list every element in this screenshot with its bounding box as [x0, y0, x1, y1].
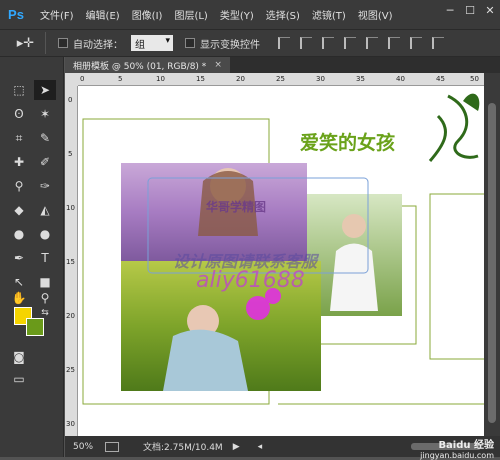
- ruler-h-label: 5: [118, 75, 123, 83]
- marquee-tool-icon[interactable]: ⬚: [8, 80, 30, 100]
- ruler-v-label: 20: [66, 312, 75, 320]
- blur-tool-icon[interactable]: ●: [8, 224, 30, 244]
- ruler-v-label: 30: [66, 420, 75, 428]
- move-tool-preset-icon[interactable]: ▸✛: [6, 32, 46, 54]
- brush-tool-icon[interactable]: ✐: [34, 152, 56, 172]
- auto-select-checkbox[interactable]: [58, 38, 68, 48]
- menu-filter[interactable]: 滤镜(T): [312, 7, 346, 22]
- align-hcenter-icon[interactable]: [366, 37, 378, 49]
- align-bottom-icon[interactable]: [322, 37, 334, 49]
- vertical-scroll-thumb[interactable]: [488, 103, 496, 423]
- pen-tool-icon[interactable]: ✒: [8, 248, 30, 268]
- menu-layer[interactable]: 图层(L): [174, 7, 207, 22]
- ruler-v-label: 10: [66, 204, 75, 212]
- magic-wand-tool-icon[interactable]: ✶: [34, 104, 56, 124]
- menu-view[interactable]: 视图(V): [358, 7, 393, 22]
- status-info-icon[interactable]: [105, 441, 120, 452]
- quick-mask-icon[interactable]: ◙: [8, 347, 30, 367]
- document-canvas[interactable]: 爱笑的女孩 华哥学精图 设计原图请联系客服 aliy61688: [78, 86, 484, 436]
- tools-panel: ⬚ ➤ ʘ ✶ ⌗ ✎ ✚ ✐ ⚲ ✑ ◆ ◭ ● ● ✒ T ↖ ■ ✋ ⚲ …: [0, 57, 64, 457]
- photoshop-logo: Ps: [8, 7, 24, 22]
- menu-file[interactable]: 文件(F): [40, 7, 74, 22]
- show-transform-label: 显示变换控件: [200, 39, 260, 51]
- hscroll-left-icon[interactable]: ◂: [258, 442, 263, 452]
- vertical-scrollbar[interactable]: [484, 73, 500, 436]
- type-tool-icon[interactable]: T: [34, 248, 56, 268]
- maximize-button[interactable]: ☐: [460, 0, 480, 20]
- menu-image[interactable]: 图像(I): [132, 7, 163, 22]
- baidu-url: jingyan.baidu.com: [420, 451, 494, 460]
- document-tab[interactable]: 相册模板 @ 50% (01, RGB/8) * ×: [65, 57, 230, 73]
- document-info: 文档:2.75M/10.4M: [143, 443, 223, 453]
- menu-type[interactable]: 类型(Y): [220, 7, 254, 22]
- auto-select-dropdown[interactable]: 组: [131, 35, 173, 51]
- ruler-v-label: 15: [66, 258, 75, 266]
- distribute-top-icon[interactable]: [410, 37, 422, 49]
- watermark-number-text: aliy61688: [196, 268, 305, 293]
- vertical-ruler: 0 5 10 15 20 25 30: [65, 86, 78, 436]
- auto-select-value: 组: [135, 39, 145, 51]
- move-tool-icon[interactable]: ➤: [34, 80, 56, 100]
- zoom-level[interactable]: 50%: [73, 442, 93, 452]
- swap-colors-icon[interactable]: ⇆: [34, 303, 56, 323]
- document-tab-title: 相册模板 @ 50% (01, RGB/8) *: [73, 61, 207, 72]
- eyedropper-tool-icon[interactable]: ✎: [34, 128, 56, 148]
- minimize-button[interactable]: ─: [440, 0, 460, 20]
- screen-mode-icon[interactable]: ▭: [8, 369, 30, 389]
- right-frame: [429, 193, 484, 360]
- menu-select[interactable]: 选择(S): [266, 7, 300, 22]
- menu-edit[interactable]: 编辑(E): [86, 7, 120, 22]
- menu-items: 文件(F) 编辑(E) 图像(I) 图层(L) 类型(Y) 选择(S) 滤镜(T…: [40, 7, 392, 22]
- ruler-v-label: 25: [66, 366, 75, 374]
- ruler-h-label: 20: [236, 75, 245, 83]
- baidu-brand: Baidu 经验: [438, 440, 494, 451]
- decorative-leaf: [463, 93, 480, 111]
- status-arrow-icon[interactable]: ▶: [233, 442, 240, 452]
- align-left-icon[interactable]: [344, 37, 356, 49]
- align-top-icon[interactable]: [278, 37, 290, 49]
- hand-tool-icon[interactable]: ✋: [8, 288, 30, 308]
- eraser-tool-icon[interactable]: ◆: [8, 200, 30, 220]
- ruler-h-label: 25: [276, 75, 285, 83]
- align-icons: [278, 37, 444, 49]
- dodge-tool-icon[interactable]: ●: [34, 224, 56, 244]
- paint-bucket-tool-icon[interactable]: ◭: [34, 200, 56, 220]
- ruler-h-label: 40: [396, 75, 405, 83]
- ruler-h-label: 0: [80, 75, 85, 83]
- show-transform-checkbox[interactable]: [185, 38, 195, 48]
- clone-stamp-tool-icon[interactable]: ⚲: [8, 176, 30, 196]
- align-right-icon[interactable]: [388, 37, 400, 49]
- document-tab-bar: 相册模板 @ 50% (01, RGB/8) * ×: [65, 57, 500, 73]
- baidu-watermark: Baidu 经验 jingyan.baidu.com: [420, 436, 494, 460]
- close-button[interactable]: ✕: [480, 0, 500, 20]
- menu-bar: Ps 文件(F) 编辑(E) 图像(I) 图层(L) 类型(Y) 选择(S) 滤…: [0, 0, 500, 29]
- ruler-corner: [65, 73, 78, 86]
- lasso-tool-icon[interactable]: ʘ: [8, 104, 30, 124]
- ruler-v-label: 0: [68, 96, 73, 104]
- photo-small-dress: [330, 243, 378, 311]
- options-bar: ▸✛ 自动选择： 组 显示变换控件: [0, 29, 500, 57]
- document-tab-close-icon[interactable]: ×: [214, 60, 222, 70]
- horizontal-ruler: 0 5 10 15 20 25 30 35 40 45 50: [78, 73, 484, 86]
- distribute-vcenter-icon[interactable]: [432, 37, 444, 49]
- ruler-h-label: 30: [316, 75, 325, 83]
- ruler-h-label: 10: [156, 75, 165, 83]
- ruler-h-label: 35: [356, 75, 365, 83]
- align-vcenter-icon[interactable]: [300, 37, 312, 49]
- ruler-h-label: 50: [470, 75, 479, 83]
- crop-tool-icon[interactable]: ⌗: [8, 128, 30, 148]
- watermark-center-text: 华哥学精图: [206, 200, 267, 214]
- history-brush-tool-icon[interactable]: ✑: [34, 176, 56, 196]
- ruler-h-label: 45: [436, 75, 445, 83]
- healing-brush-tool-icon[interactable]: ✚: [8, 152, 30, 172]
- canvas-heading: 爱笑的女孩: [300, 132, 396, 154]
- window-controls: ─ ☐ ✕: [440, 0, 500, 20]
- photo-small-face: [342, 214, 366, 238]
- ruler-h-label: 15: [196, 75, 205, 83]
- auto-select-label: 自动选择：: [73, 39, 123, 51]
- ruler-v-label: 5: [68, 150, 73, 158]
